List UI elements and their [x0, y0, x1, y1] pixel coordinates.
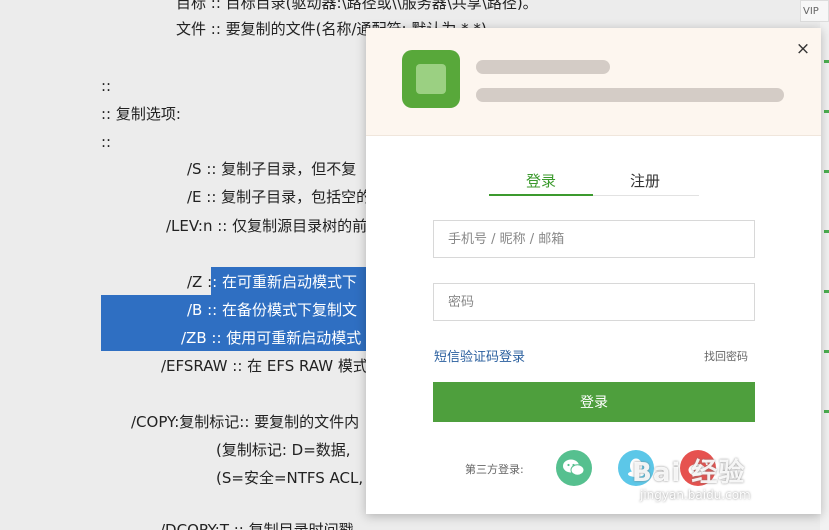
doc-line: :: 复制选项: — [101, 105, 181, 123]
doc-line: /E :: 复制子目录，包括空的 — [187, 188, 372, 206]
tab-login[interactable]: 登录 — [489, 170, 593, 191]
watermark-brand: Bai 经验 — [632, 458, 746, 488]
third-party-label: 第三方登录: — [465, 463, 524, 476]
modal-header — [366, 28, 821, 136]
wechat-icon[interactable] — [556, 450, 592, 486]
app-logo-icon — [402, 50, 460, 108]
decor-dash — [824, 290, 829, 293]
tab-register[interactable]: 注册 — [593, 170, 697, 191]
doc-line: /DCOPY:T :: 复制目录时间戳 — [160, 521, 354, 530]
login-tabs: 登录 注册 — [489, 162, 699, 196]
right-sidebar-strip — [820, 0, 829, 530]
wechat-glyph — [563, 459, 585, 476]
account-input[interactable] — [433, 220, 755, 258]
doc-line: /S :: 复制子目录，但不复 — [187, 160, 357, 178]
baidu-jingyan-watermark: Bai 经验 jingyan.baidu.com — [632, 452, 751, 502]
decor-dash — [824, 410, 829, 413]
doc-line-selected: /ZB :: 使用可重新启动模式 — [181, 329, 362, 347]
decor-dash — [824, 60, 829, 63]
blurred-subtitle — [476, 88, 784, 102]
doc-line-selected: /Z :: 在可重新启动模式下 — [187, 273, 357, 291]
doc-line: (S=安全=NTFS ACL, — [216, 469, 364, 487]
doc-line: :: — [101, 133, 112, 151]
doc-line: /COPY:复制标记:: 要复制的文件内 — [131, 413, 360, 431]
decor-dash — [824, 170, 829, 173]
app-logo-inner — [416, 64, 446, 94]
doc-line: /LEV:n :: 仅复制源目录树的前 — [166, 217, 368, 235]
doc-line: :: — [101, 77, 112, 95]
decor-dash — [824, 350, 829, 353]
blurred-title — [476, 60, 610, 74]
doc-line: /EFSRAW :: 在 EFS RAW 模式 — [161, 357, 368, 375]
forgot-password-link[interactable]: 找回密码 — [704, 348, 748, 364]
doc-line: 目标 :: 目标目录(驱动器:\路径或\\服务器\共享\路径)。 — [176, 0, 538, 12]
password-input[interactable] — [433, 283, 755, 321]
doc-line: (复制标记: D=数据, — [216, 441, 351, 459]
login-modal: × 登录 注册 短信验证码登录 找回密码 登录 第三方登录: — [366, 28, 821, 514]
login-button[interactable]: 登录 — [433, 382, 755, 422]
doc-line-selected: /B :: 在备份模式下复制文 — [187, 301, 357, 319]
close-icon[interactable]: × — [794, 40, 812, 58]
watermark-url: jingyan.baidu.com — [640, 488, 751, 502]
vip-tab[interactable]: VIP — [800, 0, 829, 22]
tab-active-indicator — [489, 194, 593, 196]
sms-login-link[interactable]: 短信验证码登录 — [434, 346, 525, 365]
decor-dash — [824, 230, 829, 233]
decor-dash — [824, 110, 829, 113]
